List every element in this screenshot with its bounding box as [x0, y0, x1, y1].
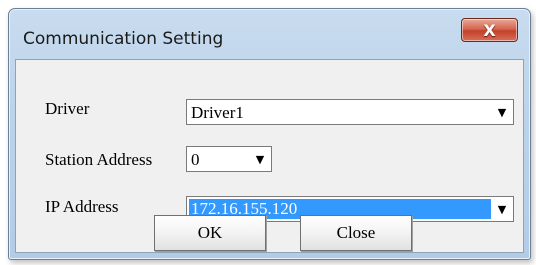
communication-setting-dialog: Communication Setting X Driver Driver1 ▼… — [8, 8, 531, 260]
close-icon: X — [483, 20, 496, 40]
ip-address-label: IP Address — [45, 197, 119, 216]
chevron-down-icon[interactable]: ▼ — [491, 100, 513, 124]
driver-label: Driver — [45, 99, 90, 118]
driver-value: Driver1 — [191, 103, 244, 122]
dialog-body: Driver Driver1 ▼ Station Address 0 ▼ IP … — [15, 59, 524, 253]
chevron-down-icon[interactable]: ▼ — [249, 147, 271, 171]
station-address-select[interactable]: 0 ▼ — [186, 146, 272, 172]
station-address-value: 0 — [191, 150, 200, 169]
station-address-label: Station Address — [45, 150, 153, 169]
ok-button[interactable]: OK — [154, 215, 266, 251]
close-button[interactable]: Close — [300, 215, 412, 251]
chevron-down-icon[interactable]: ▼ — [491, 197, 513, 221]
close-window-button[interactable]: X — [461, 18, 518, 42]
driver-select[interactable]: Driver1 ▼ — [186, 99, 514, 125]
dialog-title: Communication Setting — [23, 29, 224, 49]
